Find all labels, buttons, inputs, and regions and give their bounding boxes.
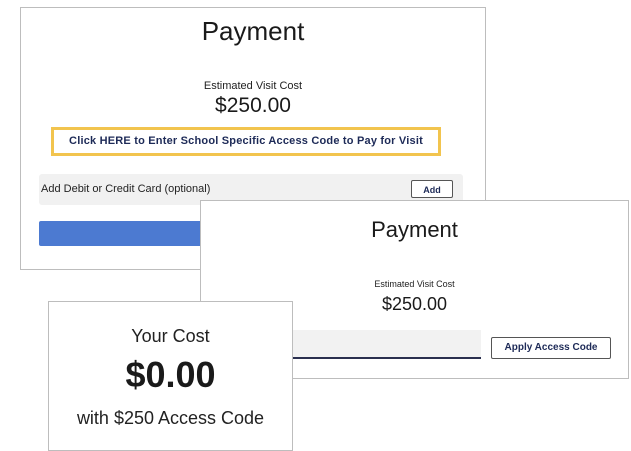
access-code-input[interactable] [288, 330, 481, 359]
your-cost-value: $0.00 [125, 354, 216, 395]
payment-title: Payment [201, 16, 305, 46]
add-card-button[interactable]: Add [411, 180, 453, 198]
your-cost-panel: Your Cost $0.00 with $250 Access Code [48, 301, 293, 451]
access-code-link[interactable]: Click HERE to Enter School Specific Acce… [51, 127, 441, 156]
add-card-label: Add Debit or Credit Card (optional) [41, 183, 211, 195]
payment-title: Payment [371, 217, 458, 242]
your-cost-label: Your Cost [131, 326, 210, 346]
apply-access-code-button[interactable]: Apply Access Code [491, 337, 611, 359]
estimated-cost-label: Estimated Visit Cost [374, 279, 455, 289]
estimated-cost-value: $250.00 [215, 94, 291, 117]
access-code-note: with $250 Access Code [76, 408, 265, 428]
estimated-cost-label: Estimated Visit Cost [203, 80, 303, 92]
